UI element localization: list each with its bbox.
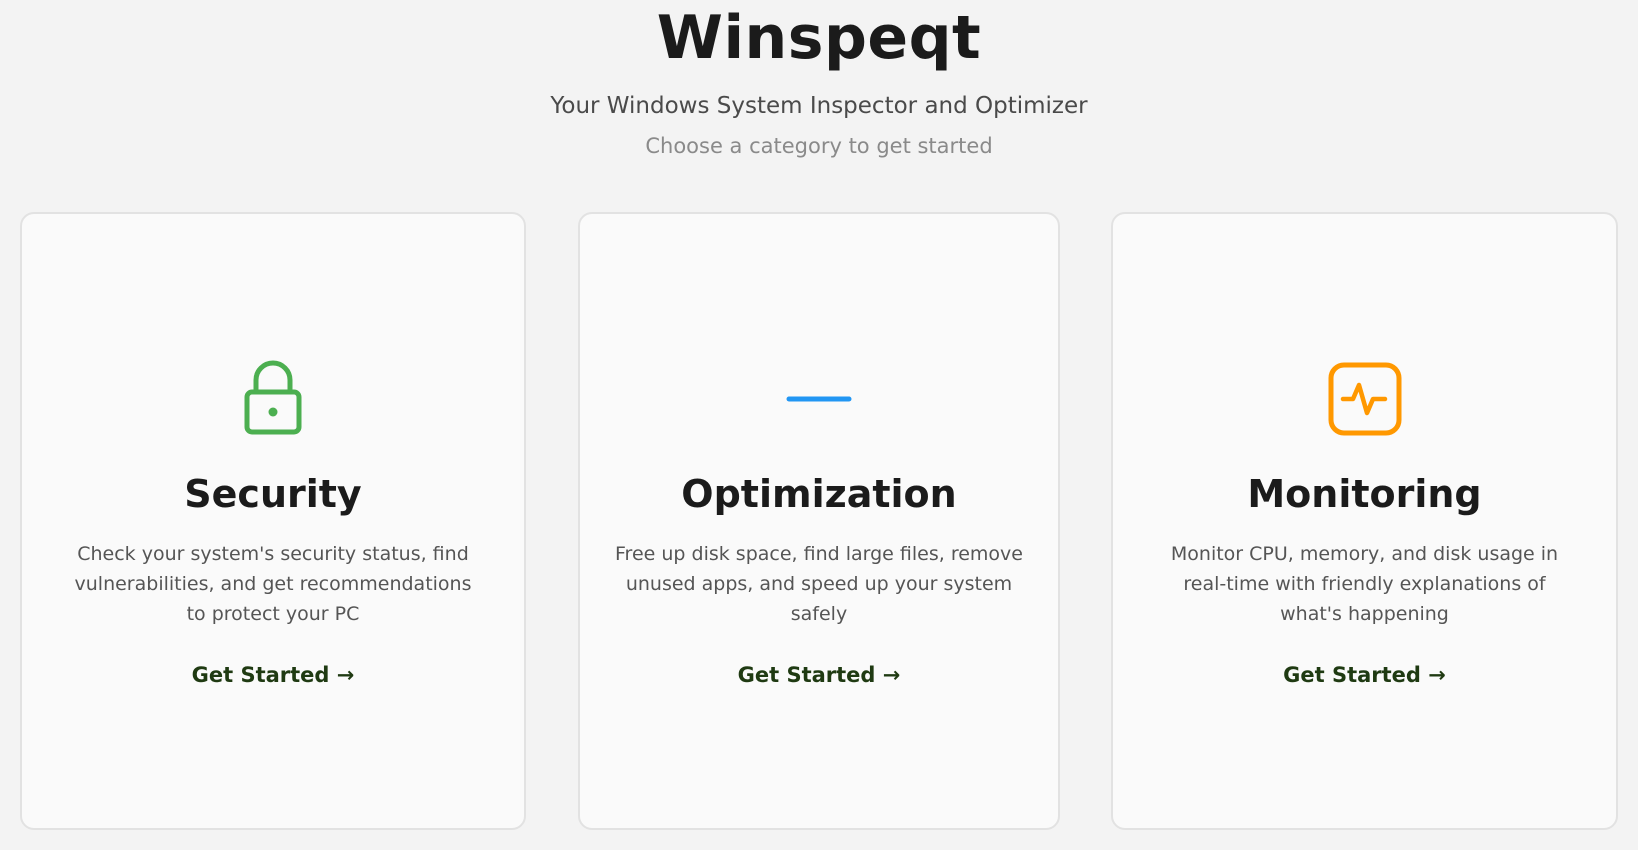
security-get-started-link[interactable]: Get Started → bbox=[22, 660, 524, 690]
app-hint: Choose a category to get started bbox=[645, 134, 993, 158]
security-description: Check your system's security status, fin… bbox=[74, 543, 472, 625]
app-title: Winspeqt bbox=[656, 3, 982, 73]
dash-icon bbox=[774, 354, 864, 444]
optimization-description: Free up disk space, find large files, re… bbox=[615, 543, 1023, 625]
optimization-title: Optimization bbox=[681, 472, 957, 516]
optimization-get-started-link[interactable]: Get Started → bbox=[580, 660, 1058, 690]
activity-icon bbox=[1320, 354, 1410, 444]
monitoring-title: Monitoring bbox=[1247, 472, 1482, 516]
monitoring-get-started-link[interactable]: Get Started → bbox=[1113, 660, 1616, 690]
security-title: Security bbox=[184, 472, 362, 516]
optimization-card[interactable]: Optimization Free up disk space, find la… bbox=[578, 212, 1060, 830]
security-card[interactable]: Security Check your system's security st… bbox=[20, 212, 526, 830]
app-subtitle: Your Windows System Inspector and Optimi… bbox=[550, 93, 1088, 119]
monitoring-description: Monitor CPU, memory, and disk usage in r… bbox=[1170, 543, 1559, 625]
monitoring-card[interactable]: Monitoring Monitor CPU, memory, and disk… bbox=[1111, 212, 1618, 830]
lock-icon bbox=[228, 354, 318, 444]
